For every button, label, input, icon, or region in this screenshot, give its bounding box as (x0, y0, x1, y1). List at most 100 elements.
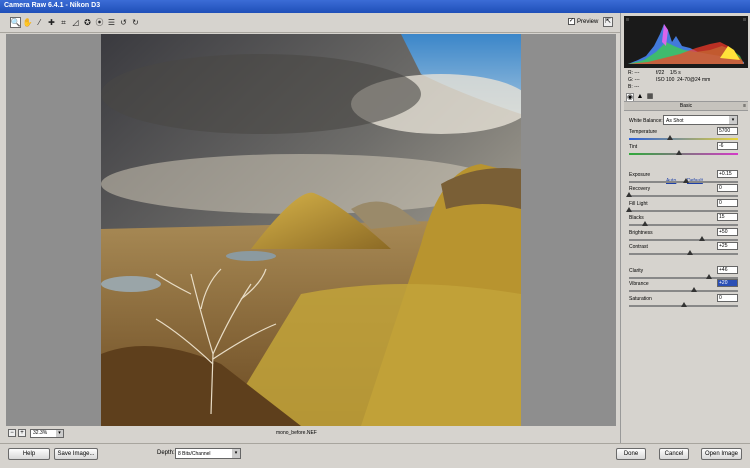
temperature-slider[interactable] (629, 135, 738, 140)
red-eye-tool[interactable]: ⦿ (94, 17, 105, 28)
contrast-label: Contrast (629, 244, 648, 250)
fill-light-value-input[interactable]: 0 (717, 199, 738, 207)
color-sampler-tool[interactable]: ✚ (46, 17, 57, 28)
vibrance-slider-thumb[interactable] (691, 287, 698, 292)
tab-basic[interactable]: ◉ (626, 93, 634, 101)
vibrance-label: Vibrance (629, 281, 649, 287)
contrast-slider-thumb[interactable] (687, 250, 694, 255)
tab-tone-curve[interactable]: ▲ (636, 93, 644, 101)
blacks-slider[interactable] (629, 221, 738, 226)
recovery-label: Recovery (629, 186, 651, 192)
histogram (624, 16, 748, 68)
spot-removal-tool[interactable]: ✪ (82, 17, 93, 28)
open-image-button[interactable]: Open Image (701, 448, 742, 460)
recovery-value-input[interactable]: 0 (717, 184, 738, 192)
tab-detail[interactable]: ▦ (646, 93, 654, 101)
rotate-left-tool[interactable]: ↺ (118, 17, 129, 28)
iso: ISO 100 (656, 77, 675, 83)
preview-checkbox[interactable]: ✓ (568, 18, 575, 25)
zoom-level-value: 32.3% (33, 430, 48, 436)
window-title-bar: Camera Raw 6.4.1 - Nikon D3 (0, 0, 750, 13)
contrast-slider[interactable] (629, 250, 738, 255)
depth-value: 8 Bits/Channel (178, 451, 211, 457)
temperature-value-input[interactable]: 5700 (717, 127, 738, 135)
panel-menu-icon[interactable]: ≡ (743, 102, 746, 111)
preview-toggle[interactable]: ✓ Preview (568, 18, 598, 25)
exposure-label: Exposure (629, 172, 651, 178)
shutter-speed: 1/5 s (669, 70, 681, 76)
blacks-slider-thumb[interactable] (642, 221, 649, 226)
landscape-photo (101, 34, 521, 426)
fullscreen-button[interactable]: ⇱ (603, 17, 613, 27)
toolbar: 🔍 ✋ ⁄ ✚ ⌗ ◿ ✪ ⦿ ☰ ↺ ↻ ✓ Preview ⇱ (0, 13, 620, 33)
white-balance-value: As Shot (666, 118, 684, 124)
status-bar: − + 32.3% ▾ mono_before.NEF (6, 427, 616, 439)
depth-select[interactable]: 8 Bits/Channel ▾ (175, 448, 241, 459)
contrast-value-input[interactable]: +25 (717, 242, 738, 250)
bottom-bar: Help Save Image... Depth: 8 Bits/Channel… (0, 443, 750, 468)
fill-light-slider[interactable] (626, 207, 738, 212)
recovery-control: Recovery 0 (621, 184, 750, 200)
clarity-slider-thumb[interactable] (705, 274, 712, 279)
temperature-control: Temperature 5700 (621, 127, 750, 143)
zoom-out-button[interactable]: − (8, 429, 16, 437)
straighten-tool[interactable]: ◿ (70, 17, 81, 28)
vibrance-slider[interactable] (629, 287, 738, 292)
zoom-tool[interactable]: 🔍 (10, 17, 21, 28)
blacks-value-input[interactable]: 15 (717, 213, 738, 221)
fill-light-slider-thumb[interactable] (626, 207, 632, 212)
recovery-slider-thumb[interactable] (626, 192, 632, 197)
brightness-slider[interactable] (629, 236, 738, 241)
save-image-button[interactable]: Save Image... (54, 448, 98, 460)
zoom-level-select[interactable]: 32.3% ▾ (30, 429, 64, 438)
rotate-right-tool[interactable]: ↻ (130, 17, 141, 28)
blue-readout: B: --- (628, 84, 640, 90)
blacks-control: Blacks 15 (621, 213, 750, 229)
file-name: mono_before.NEF (276, 430, 317, 436)
tint-value-input[interactable]: -6 (717, 142, 738, 150)
hand-tool[interactable]: ✋ (22, 17, 33, 28)
clarity-label: Clarity (629, 268, 644, 274)
saturation-label: Saturation (629, 296, 652, 302)
panel-tabs: ◉ ▲ ▦ (624, 92, 748, 102)
vibrance-control: Vibrance +20 (621, 279, 750, 295)
exposure-slider[interactable] (629, 178, 738, 183)
preview-label: Preview (577, 18, 599, 25)
tint-label: Tint (629, 144, 638, 150)
recovery-slider[interactable] (626, 192, 738, 197)
red-readout: R: --- (628, 70, 640, 76)
crop-tool[interactable]: ⌗ (58, 17, 69, 28)
panel-title-bar: Basic ≡ (624, 102, 748, 111)
saturation-value-input[interactable]: 0 (717, 294, 738, 302)
photo-preview[interactable] (101, 34, 521, 426)
saturation-slider[interactable] (629, 302, 738, 307)
cancel-button[interactable]: Cancel (659, 448, 689, 460)
exposure-value-input[interactable]: +0.15 (717, 170, 738, 178)
saturation-slider-thumb[interactable] (680, 302, 687, 307)
done-button[interactable]: Done (616, 448, 646, 460)
clarity-value-input[interactable]: +46 (717, 266, 738, 274)
white-balance-label: White Balance: (629, 118, 663, 124)
exposure-slider-thumb[interactable] (682, 178, 689, 183)
window-title: Camera Raw 6.4.1 - Nikon D3 (4, 2, 101, 9)
white-balance-tool[interactable]: ⁄ (34, 17, 45, 28)
brightness-value-input[interactable]: +50 (717, 228, 738, 236)
brightness-slider-thumb[interactable] (699, 236, 706, 241)
white-balance-select[interactable]: As Shot ▾ (663, 115, 738, 125)
depth-label: Depth: (157, 450, 175, 456)
tint-slider-thumb[interactable] (676, 150, 683, 155)
vibrance-value-input[interactable]: +20 (717, 279, 738, 287)
saturation-control: Saturation 0 (621, 294, 750, 310)
histogram-readout: R: --- G: --- B: --- f/22 1/5 s ISO 100 … (626, 70, 748, 92)
chevron-down-icon: ▾ (729, 116, 737, 124)
image-canvas[interactable] (6, 34, 616, 426)
zoom-in-button[interactable]: + (18, 429, 26, 437)
adjustment-panel: R: --- G: --- B: --- f/22 1/5 s ISO 100 … (620, 13, 750, 443)
temperature-slider-thumb[interactable] (667, 135, 674, 140)
temperature-label: Temperature (629, 129, 658, 135)
tint-control: Tint -6 (621, 142, 750, 158)
preferences-tool[interactable]: ☰ (106, 17, 117, 28)
tint-slider[interactable] (629, 150, 738, 155)
chevron-down-icon: ▾ (232, 449, 240, 458)
help-button[interactable]: Help (8, 448, 50, 460)
